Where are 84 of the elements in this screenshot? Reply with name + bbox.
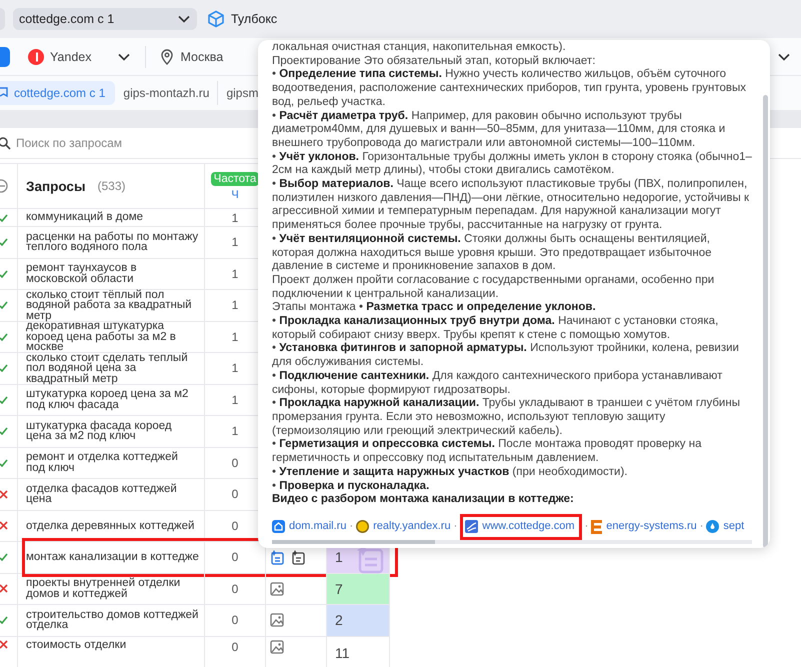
answer-paragraph: • Выбор материалов. Чаще всего используют пластиковые трубы (ПВХ, полипропилен, полиэтилен низкого давления—ПНД)—они лёгкие, относительно недорогие, устойчивы к агрессивной химии и температурным перепадам. Для наружной канализации могут применяться более прочные трубы, рассчитанные на нагрузку от грунта.: [272, 178, 750, 233]
answer-paragraph: Проектирование Это обязательный этап, который включает:: [272, 54, 596, 68]
document-icon[interactable]: [270, 550, 285, 565]
tab[interactable]: gips-montazh.ru: [123, 81, 218, 105]
frequency-value: 1: [232, 330, 238, 344]
query-text: строительство домов коттеджей отделка: [26, 610, 200, 631]
answer-paragraph: Этапы монтажа • Разметка трасс и определение уклонов.: [272, 301, 597, 316]
answer-paragraph: • Подключение сантехники. Для каждого сантехнического прибора устанавливают сифоны, которые формируют гидрозатворы.: [272, 370, 724, 398]
frequency-value: 0: [232, 640, 238, 654]
query-text: сколько стоит сделать теплый пол водяной цена за квадратный метр: [26, 352, 189, 384]
position-cell: 2: [327, 605, 389, 636]
answer-paragraph: локальная очистная станция, накопительная емкость).: [272, 41, 567, 55]
tab[interactable]: cottedge.com с 1: [0, 81, 116, 105]
drop-icon: [706, 520, 720, 534]
query-text: стоимость отделки: [26, 640, 126, 650]
frequency-value: 0: [232, 456, 238, 470]
image-icon[interactable]: [270, 613, 284, 628]
answer-paragraph: • Учёт вентиляционной системы. Стояки должны быть оснащены вентиляцией, которая должна находиться выше уровня крыши. Это предотвращает избыточное давление в системе и проникновение запахов в дом.: [272, 232, 712, 274]
vertical-scrollbar[interactable]: [763, 95, 768, 548]
search-icon: [0, 136, 12, 150]
answer-paragraph: • Утепление и защита наружных участков (при необходимости).: [272, 466, 628, 480]
toolbox-button[interactable]: Тулбокс: [207, 10, 278, 28]
answer-paragraph: • Расчёт диаметра труб. Например, для раковин обычно используют трубы диаметром40мм, для душевых и ванн—50–85мм, для унитаза—110мм, для стояка и внешнего трубопровода до магистрали или автономной системы—100–110мм.: [272, 110, 726, 151]
source-link[interactable]: dom.mail.ru: [272, 520, 346, 534]
frequency-value: 1: [232, 392, 238, 407]
answer-paragraph: • Прокладка наружной канализации. Трубы укладывают в траншеи с учётом глубины промерзания грунта. Если это невозможно, используют тепловую защиту (термоизоляцию или греющий электрический кабель).: [272, 397, 741, 438]
answer-paragraph: • Прокладка канализационных труб внутри дома. Начинают с установки стояка, который собирают снизу вверх. Трубы крепят к стене с помощью хомутов.: [272, 315, 720, 342]
pin-icon: [160, 48, 174, 64]
separator-dot: ·: [349, 520, 354, 534]
frequency-value: 1: [232, 266, 238, 281]
app-icon[interactable]: [0, 46, 10, 66]
wave-icon: [465, 520, 478, 533]
frequency-value: 0: [232, 550, 238, 564]
query-text: отделка деревянных коттеджей: [26, 520, 194, 531]
separator-dot: ·: [700, 520, 704, 534]
flag-icon: [0, 86, 9, 100]
query-text: коммуникаций в доме: [26, 212, 144, 223]
column-title: Запросы: [26, 178, 86, 194]
query-text: монтаж канализации в коттедже: [26, 552, 199, 562]
frequency-value: 1: [232, 235, 238, 250]
frequency-value: 0: [232, 582, 238, 596]
house-icon: [272, 520, 285, 534]
image-icon[interactable]: [270, 582, 284, 596]
frequency-value: 1: [232, 361, 238, 376]
query-text: проекты внутренней отделки домов и коттеджей: [26, 578, 182, 600]
frequency-value: 1: [232, 424, 238, 438]
project-dropdown[interactable]: cottedge.com с 1: [13, 8, 197, 30]
source-link[interactable]: sept: [706, 520, 744, 534]
horizontal-scrollbar[interactable]: [272, 540, 752, 544]
position-cell: 7: [327, 574, 389, 604]
answer-paragraph: Видео с разбором монтажа канализации в коттедже:: [272, 493, 575, 507]
source-link[interactable]: energy-systems.ru: [591, 520, 697, 534]
separator-dot: ·: [454, 520, 458, 534]
separator-dot: ·: [584, 520, 588, 534]
query-text: штукатурка фасада короед цена за м2 под ключ: [26, 420, 173, 442]
query-text: расценки на работы по монтажу теплого водяного пола: [26, 232, 200, 253]
logo-icon: [28, 48, 44, 64]
coin-icon: [356, 520, 370, 534]
frequency-value: 1: [232, 298, 238, 312]
answer-paragraph: Проект должен пройти согласование с государственными органами, особенно при подключении к центральной канализации.: [272, 274, 716, 302]
engine-select[interactable]: Yandex: [28, 46, 146, 68]
answer-paragraph: • Определение типа системы. Нужно учесть количество жильцов, объём суточного водоотведения, расположение сантехнических приборов, тип грунта, уровень грунтовых вод, рельеф участка.: [272, 68, 748, 110]
answer-paragraph: • Герметизация и опрессовка системы. После монтажа проводят проверку на герметичность и опрессовку под испытательным давлением.: [272, 438, 702, 466]
frequency-value: 1: [232, 210, 238, 224]
query-text: ремонт таунхаусов в московской области: [26, 263, 138, 284]
frequency-value: 0: [232, 518, 238, 533]
query-text: ремонт и отделка коттеджей под ключ: [26, 452, 179, 474]
answer-paragraph: • Проверка и пусконаладка.: [272, 480, 430, 494]
frequency-value: 0: [232, 613, 238, 628]
frequency-value: 0: [232, 487, 238, 502]
region-select[interactable]: Москва: [160, 48, 224, 64]
image-icon[interactable]: [270, 640, 284, 654]
answer-paragraph: • Установка фитингов и запорной арматуры. Используют тройники, колена, ревизии для обслуживания системы.: [272, 342, 740, 370]
document-icon[interactable]: [291, 550, 306, 565]
source-link[interactable]: realty.yandex.ru: [356, 520, 451, 534]
source-link[interactable]: www.cottedge.com: [460, 514, 582, 540]
query-text: штукатурка короед цена за м2 под ключ фасада: [26, 389, 190, 410]
query-count: (533): [97, 179, 126, 193]
answer-paragraph: • Учёт уклонов. Горизонтальные трубы должны иметь уклон в сторону стояка (обычно1–2см на каждый метр длины), чтобы стоки двигались самотёком.: [272, 150, 753, 178]
cube-icon: [207, 10, 225, 28]
search-field[interactable]: Поиск по запросам: [16, 136, 236, 150]
frequency-mode[interactable]: Ч: [231, 188, 239, 200]
bars-icon: [591, 520, 602, 534]
query-text: отделка фасадов коттеджей цена: [26, 484, 178, 505]
